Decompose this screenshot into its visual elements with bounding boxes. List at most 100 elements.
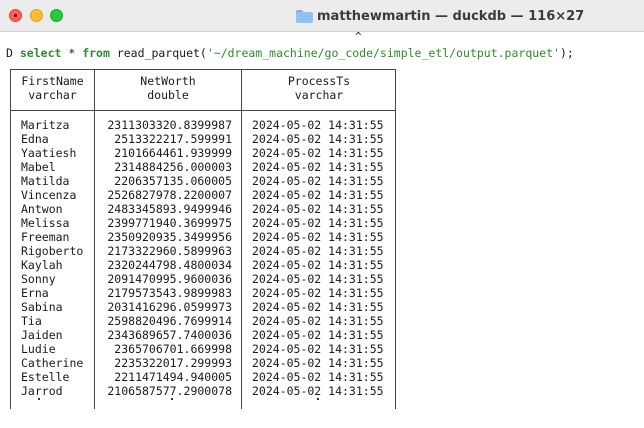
minimize-window-button[interactable] [30, 9, 43, 22]
cell-firstname: Edna [21, 132, 49, 146]
cell-firstname: Mabel [21, 160, 56, 174]
cell-firstname: Melissa [21, 216, 70, 230]
table-row: Ludie 2365706701.669998 2024-05-02 14:31:5… [11, 342, 397, 356]
cell-firstname: Vincenza [21, 188, 77, 202]
cell-processts: 2024-05-02 14:31:55 [252, 160, 384, 174]
column-type: double [147, 88, 189, 102]
column-header-networth: NetWorth double [95, 74, 241, 102]
cell-networth: 2101664461.939999 [114, 146, 232, 160]
cell-networth: 2211471494.940005 [114, 370, 232, 384]
close-window-button[interactable] [9, 9, 22, 22]
cell-processts: 2024-05-02 14:31:55 [252, 356, 384, 370]
cell-networth: 2350920935.3499956 [107, 230, 232, 244]
cell-firstname: Tia [21, 314, 42, 328]
cell-processts: 2024-05-02 14:31:55 [252, 342, 384, 356]
cell-processts: 2024-05-02 14:31:55 [252, 328, 384, 342]
table-row: Tia 2598820496.7699914 2024-05-02 14:31:55 [11, 314, 397, 328]
maximize-window-button[interactable] [50, 9, 63, 22]
cell-firstname: Yaatiesh [21, 146, 77, 160]
cell-networth: 2343689657.7400036 [107, 328, 232, 342]
cell-processts: 2024-05-02 14:31:55 [252, 230, 384, 244]
terminal-output[interactable]: ^ D select * from read_parquet('~/dream_… [0, 30, 644, 428]
cell-processts: 2024-05-02 14:31:55 [252, 174, 384, 188]
cell-firstname: Ludie [21, 342, 56, 356]
header-divider [11, 110, 395, 111]
window-title-text: matthewmartin — duckdb — 116×27 [317, 8, 585, 24]
cell-processts: 2024-05-02 14:31:55 [252, 244, 384, 258]
command-line: D select * from read_parquet('~/dream_ma… [6, 46, 574, 60]
cell-processts: 2024-05-02 14:31:55 [252, 118, 384, 132]
table-row: Sonny 2091470995.9600036 2024-05-02 14:31:… [11, 272, 397, 286]
cell-networth: 2031416296.0599973 [107, 300, 232, 314]
cell-networth: 2091470995.9600036 [107, 272, 232, 286]
window-title: matthewmartin — duckdb — 116×27 [296, 7, 584, 25]
table-row: Vincenza 2526827978.2200007 2024-05-02 14:… [11, 188, 397, 202]
cell-networth: 2526827978.2200007 [107, 188, 232, 202]
ellipsis-dot [317, 398, 319, 400]
more-rows-indicator [11, 398, 397, 410]
column-header-firstname: FirstName varchar [11, 74, 94, 102]
cell-firstname: Maritza [21, 118, 70, 132]
cell-networth: 2311303320.8399987 [107, 118, 232, 132]
table-row: Matilda 2206357135.060005 2024-05-02 14:31… [11, 174, 397, 188]
parquet-path: '~/dream_machine/go_code/simple_etl/outp… [206, 46, 560, 60]
star-token: * [61, 46, 83, 60]
cell-processts: 2024-05-02 14:31:55 [252, 286, 384, 300]
cell-firstname: Rigoberto [21, 244, 84, 258]
cell-firstname: Freeman [21, 230, 70, 244]
prompt-char: D [6, 46, 13, 60]
table-row: Maritza 2311303320.8399987 2024-05-02 14:3… [11, 118, 397, 132]
cell-processts: 2024-05-02 14:31:55 [252, 300, 384, 314]
table-row: Estelle 2211471494.940005 2024-05-02 14:31… [11, 370, 397, 384]
cell-processts: 2024-05-02 14:31:55 [252, 384, 384, 398]
table-row: Jaiden 2343689657.7400036 2024-05-02 14:31… [11, 328, 397, 342]
cell-networth: 2206357135.060005 [114, 174, 232, 188]
table-row: Antwon 2483345893.9499946 2024-05-02 14:31… [11, 202, 397, 216]
cell-processts: 2024-05-02 14:31:55 [252, 202, 384, 216]
table-row: Sabina 2031416296.0599973 2024-05-02 14:31… [11, 300, 397, 314]
result-table: FirstName varchar NetWorth double ProcessT… [10, 69, 396, 409]
cell-networth: 2173322960.5899963 [107, 244, 232, 258]
cell-firstname: Matilda [21, 174, 70, 188]
cell-networth: 2483345893.9499946 [107, 202, 232, 216]
cell-processts: 2024-05-02 14:31:55 [252, 272, 384, 286]
cell-firstname: Antwon [21, 202, 63, 216]
cell-networth: 2399771940.3699975 [107, 216, 232, 230]
cell-processts: 2024-05-02 14:31:55 [252, 370, 384, 384]
function-call: read_parquet( [109, 46, 207, 60]
cell-networth: 2320244798.4800034 [107, 258, 232, 272]
table-row: Kaylah 2320244798.4800034 2024-05-02 14:31… [11, 258, 397, 272]
cell-processts: 2024-05-02 14:31:55 [252, 314, 384, 328]
cell-networth: 2513322217.599991 [114, 132, 232, 146]
keyword-select: select [19, 46, 62, 60]
cell-firstname: Estelle [21, 370, 70, 384]
window-titlebar: matthewmartin — duckdb — 116×27 [0, 0, 644, 32]
ellipsis-dot [38, 398, 40, 400]
cell-firstname: Catherine [21, 356, 84, 370]
column-type: varchar [28, 88, 77, 102]
table-row: Yaatiesh 2101664461.939999 2024-05-02 14:3… [11, 146, 397, 160]
cell-processts: 2024-05-02 14:31:55 [252, 146, 384, 160]
column-name: FirstName [21, 74, 84, 88]
table-row: Erna 2179573543.9899983 2024-05-02 14:31:5… [11, 286, 397, 300]
cell-firstname: Jarrod [21, 384, 63, 398]
ellipsis-dot [171, 398, 173, 400]
column-header-processts: ProcessTs varchar [242, 74, 396, 102]
cell-firstname: Kaylah [21, 258, 63, 272]
keyword-from: from [82, 46, 110, 60]
table-row: Edna 2513322217.599991 2024-05-02 14:31:55 [11, 132, 397, 146]
cell-processts: 2024-05-02 14:31:55 [252, 216, 384, 230]
table-row: Rigoberto 2173322960.5899963 2024-05-02 14… [11, 244, 397, 258]
command-close: ); [559, 46, 574, 60]
table-body: Maritza 2311303320.8399987 2024-05-02 14:3… [11, 118, 397, 398]
table-row: Freeman 2350920935.3499956 2024-05-02 14:3… [11, 230, 397, 244]
column-type: varchar [294, 88, 344, 102]
folder-icon [296, 9, 313, 23]
cell-processts: 2024-05-02 14:31:55 [252, 188, 384, 202]
column-name: ProcessTs [287, 74, 351, 88]
cell-firstname: Sonny [21, 272, 56, 286]
caret-marker: ^ [355, 30, 362, 43]
cell-processts: 2024-05-02 14:31:55 [252, 258, 384, 272]
table-row: Mabel 2314884256.000003 2024-05-02 14:31:5… [11, 160, 397, 174]
table-row: Catherine 2235322017.299993 2024-05-02 14:… [11, 356, 397, 370]
